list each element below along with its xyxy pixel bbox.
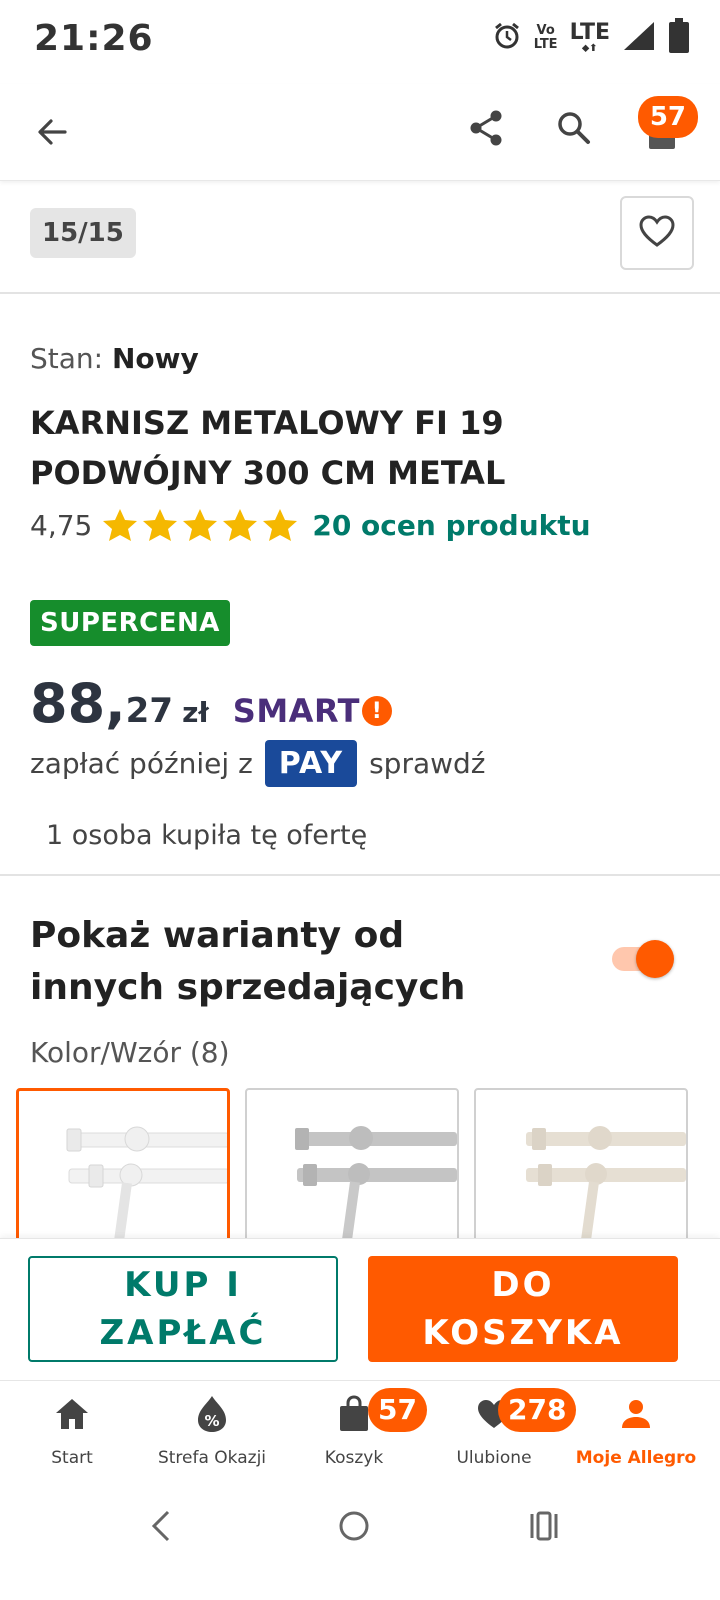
supercena-badge: SUPERCENA <box>30 600 230 646</box>
cart-nav-badge: 57 <box>368 1388 427 1432</box>
nav-item-moje-allegro[interactable]: Moje Allegro <box>564 1392 708 1468</box>
image-counter: 15/15 <box>30 208 136 258</box>
pay-later-row[interactable]: zapłać później z PAY sprawdź <box>30 740 486 787</box>
variant-thumb-white[interactable] <box>16 1088 230 1238</box>
price-decimal: 27 <box>125 691 173 731</box>
star-icon <box>223 509 258 541</box>
rating-row: 4,75 20 ocen produktu <box>30 508 591 542</box>
status-bar: 21:26 Vo LTE LTE ⬥⬆ <box>0 0 720 84</box>
star-icon <box>183 509 218 541</box>
alarm-icon <box>492 21 522 55</box>
network-type: LTE ⬥⬆ <box>569 20 610 54</box>
cart-count-badge[interactable]: 57 <box>637 96 698 138</box>
home-icon <box>0 1392 144 1436</box>
app-bar <box>0 84 720 181</box>
buy-now-button[interactable]: KUP I ZAPŁAĆ <box>28 1256 338 1362</box>
system-home-icon[interactable] <box>334 1506 374 1546</box>
gallery-controls: 15/15 <box>0 182 720 294</box>
system-recents-icon[interactable] <box>524 1506 564 1546</box>
volte-indicator: Vo LTE <box>533 23 558 52</box>
price-currency: zł <box>182 696 209 729</box>
condition-value: Nowy <box>112 342 199 375</box>
variant-thumb-beige[interactable] <box>474 1088 688 1238</box>
star-icon <box>263 509 298 541</box>
back-arrow-icon[interactable] <box>24 104 80 160</box>
condition-label: Stan: <box>30 342 104 375</box>
svg-text:%: % <box>204 1412 219 1430</box>
favorite-button[interactable] <box>620 196 694 270</box>
variant-label: Kolor/Wzór (8) <box>30 1036 230 1069</box>
variants-toggle[interactable] <box>612 940 674 978</box>
nav-item-strefa-okazji[interactable]: % Strefa Okazji <box>140 1392 284 1468</box>
battery-icon <box>668 18 690 58</box>
condition: Stan: Nowy <box>30 342 199 375</box>
price-integer: 88, <box>30 672 126 735</box>
pay-later-check-link[interactable]: sprawdź <box>369 747 485 780</box>
status-icons: Vo LTE LTE ⬥⬆ <box>492 18 690 58</box>
star-icon <box>103 509 138 541</box>
person-icon <box>564 1392 708 1436</box>
system-navigation-bar <box>0 1490 720 1600</box>
share-icon[interactable] <box>458 100 514 156</box>
search-icon[interactable] <box>546 100 602 156</box>
signal-icon <box>622 20 656 56</box>
system-back-icon[interactable] <box>142 1506 182 1546</box>
rating-value: 4,75 <box>30 508 93 542</box>
star-icon <box>143 509 178 541</box>
status-time: 21:26 <box>34 18 154 59</box>
add-to-cart-button[interactable]: DO KOSZYKA <box>368 1256 678 1362</box>
price: 88,27 zł SMART ! <box>30 672 392 735</box>
deals-icon: % <box>140 1392 284 1436</box>
pay-logo: PAY <box>264 740 358 787</box>
reviews-link[interactable]: 20 ocen produktu <box>312 509 590 542</box>
variants-toggle-label: Pokaż warianty od innych sprzedających <box>30 915 466 1008</box>
product-title: KARNISZ METALOWY FI 19 PODWÓJNY 300 CM M… <box>30 404 506 492</box>
smart-logo[interactable]: SMART ! <box>233 692 392 730</box>
buyers-count: 1 osoba kupiła tę ofertę <box>46 820 368 851</box>
heart-outline-icon <box>638 214 676 252</box>
smart-exclamation-icon: ! <box>361 696 392 726</box>
pay-later-prefix: zapłać później z <box>30 747 253 780</box>
variant-thumbnails <box>16 1088 706 1238</box>
variant-thumb-graphite[interactable] <box>245 1088 459 1238</box>
divider <box>0 874 720 876</box>
rating-stars <box>102 508 298 542</box>
nav-item-start[interactable]: Start <box>0 1392 144 1468</box>
